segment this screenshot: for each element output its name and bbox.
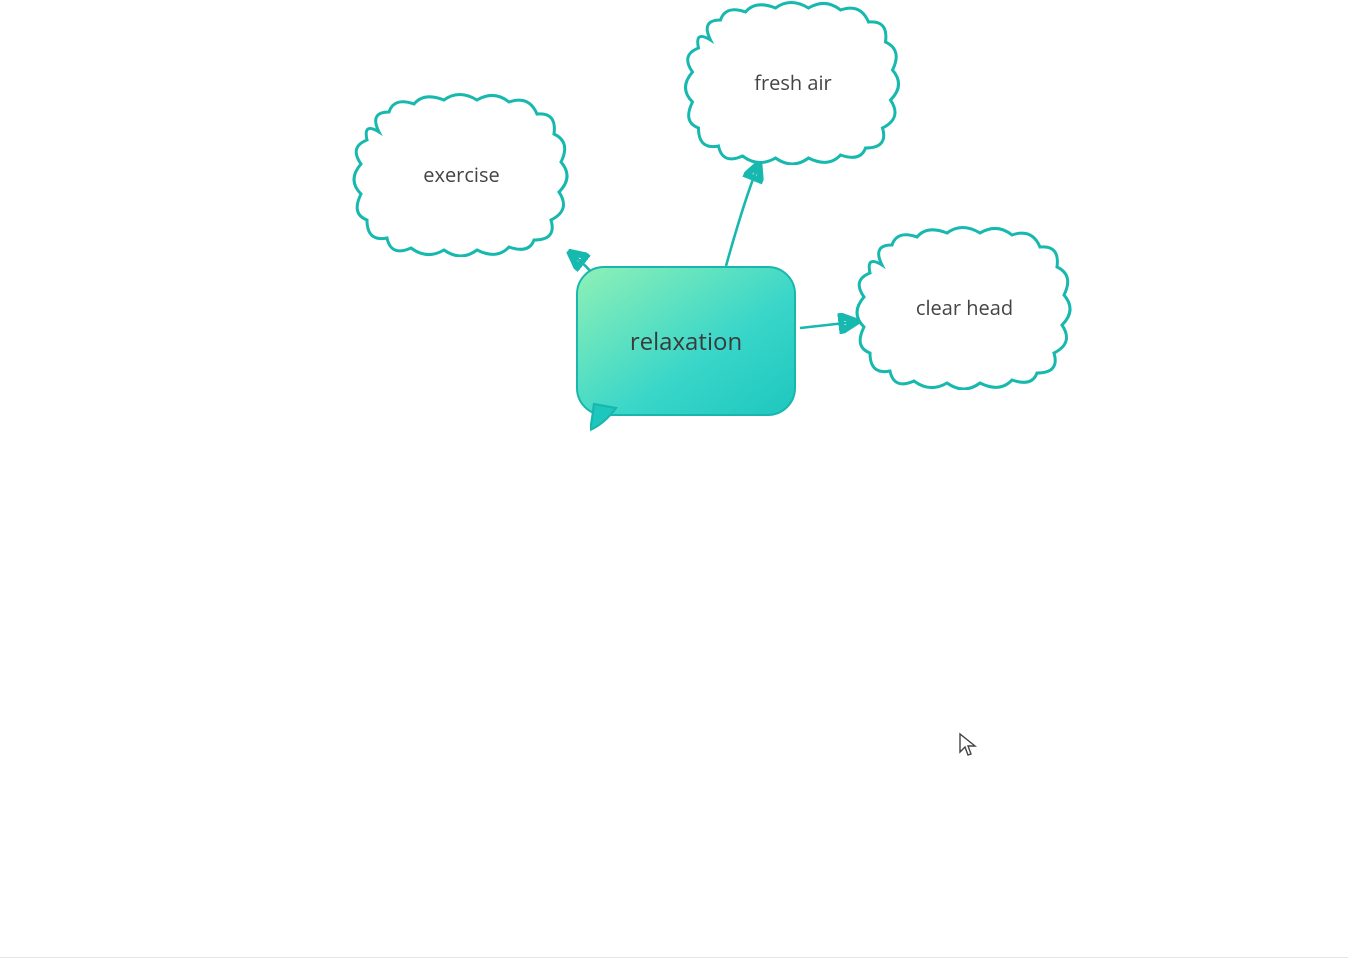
- cursor-icon: [958, 732, 978, 758]
- connector-clearhead: [800, 322, 854, 328]
- connectors-layer: [0, 0, 1348, 962]
- cloud-node-label: fresh air: [754, 69, 831, 96]
- bottom-divider: [0, 957, 1348, 958]
- connector-freshair: [726, 166, 758, 266]
- cloud-node-label: clear head: [916, 294, 1013, 321]
- speech-bubble-tail-icon: [590, 402, 620, 432]
- cloud-node-label: exercise: [423, 161, 500, 188]
- central-node-label: relaxation: [630, 325, 742, 358]
- cloud-node-freshair[interactable]: fresh air: [680, 0, 906, 165]
- cloud-node-exercise[interactable]: exercise: [349, 92, 574, 257]
- cloud-node-clearhead[interactable]: clear head: [852, 225, 1077, 390]
- diagram-canvas[interactable]: relaxation exercise fresh air clear head: [0, 0, 1348, 962]
- central-node-relaxation[interactable]: relaxation: [576, 266, 796, 416]
